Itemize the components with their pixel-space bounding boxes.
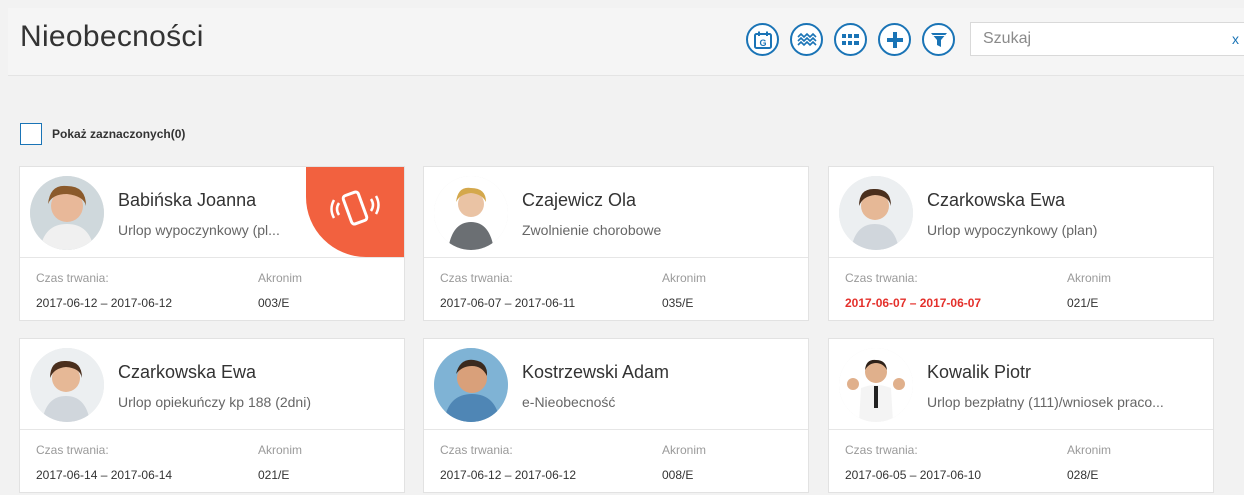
calendar-icon: G [753,31,772,49]
header-bar: Nieobecności G x [8,8,1244,76]
absence-reason: Urlop wypoczynkowy (plan) [927,222,1098,238]
page-title: Nieobecności [20,20,204,53]
add-icon [886,31,903,48]
acronym-value: 021/E [1067,296,1099,310]
card-divider [829,429,1213,430]
acronym-label: Akronim [1067,443,1112,457]
absence-dates: 2017-06-07 – 2017-06-07 [845,296,982,310]
duration-label: Czas trwania: [36,271,109,285]
list-view-icon [841,33,859,45]
show-selected-filter: Pokaż zaznaczonych(0) [20,123,185,145]
absence-card[interactable]: Czarkowska Ewa Urlop opiekuńczy kp 188 (… [19,338,405,493]
absence-card[interactable]: Czajewicz Ola Zwolnienie chorobowe Czas … [423,166,809,321]
list-view-button[interactable] [834,23,867,56]
wave-chart-icon [796,32,817,46]
duration-label: Czas trwania: [36,443,109,457]
absence-dates: 2017-06-12 – 2017-06-12 [36,296,173,310]
acronym-value: 035/E [662,296,694,310]
duration-label: Czas trwania: [845,443,918,457]
phone-icon [330,190,380,226]
acronym-label: Akronim [258,271,303,285]
avatar [434,348,508,422]
show-selected-label: Pokaż zaznaczonych(0) [52,127,186,141]
employee-name: Kowalik Piotr [927,362,1032,382]
acronym-value: 028/E [1067,468,1099,482]
acronym-label: Akronim [662,271,707,285]
card-divider [424,429,808,430]
show-selected-checkbox[interactable] [20,123,42,145]
card-divider [829,257,1213,258]
employee-name: Babińska Joanna [118,190,257,210]
calendar-badge-text: G [759,38,766,48]
employee-name: Czarkowska Ewa [118,362,257,382]
search-input[interactable] [971,23,1211,55]
acronym-value: 021/E [258,468,290,482]
employee-name: Czajewicz Ola [522,190,637,210]
clear-search-button[interactable]: x [1232,31,1239,47]
absence-reason: Urlop opiekuńczy kp 188 (2dni) [118,394,311,410]
card-divider [20,257,404,258]
absence-dates: 2017-06-05 – 2017-06-10 [845,468,982,482]
absence-reason: Zwolnienie chorobowe [522,222,662,238]
absence-reason: Urlop bezpłatny (111)/wniosek praco... [927,394,1164,410]
acronym-value: 008/E [662,468,694,482]
wave-chart-button[interactable] [790,23,823,56]
absence-dates: 2017-06-14 – 2017-06-14 [36,468,173,482]
acronym-label: Akronim [258,443,303,457]
avatar [839,176,913,250]
duration-label: Czas trwania: [440,443,513,457]
card-divider [20,429,404,430]
duration-label: Czas trwania: [845,271,918,285]
avatar [434,176,508,250]
avatar [30,176,104,250]
absence-dates: 2017-06-12 – 2017-06-12 [440,468,577,482]
calendar-button[interactable]: G [746,23,779,56]
card-divider [424,257,808,258]
absence-reason: e-Nieobecność [522,394,616,410]
absence-dates: 2017-06-07 – 2017-06-11 [440,296,576,310]
avatar [839,348,913,422]
add-button[interactable] [878,23,911,56]
absence-reason: Urlop wypoczynkowy (pl... [118,222,280,238]
duration-label: Czas trwania: [440,271,513,285]
absence-card[interactable]: Kostrzewski Adam e-Nieobecność Czas trwa… [423,338,809,493]
filter-icon [930,32,947,47]
acronym-value: 003/E [258,296,290,310]
filter-button[interactable] [922,23,955,56]
acronym-label: Akronim [1067,271,1112,285]
employee-name: Kostrzewski Adam [522,362,670,382]
absence-card[interactable]: Czarkowska Ewa Urlop wypoczynkowy (plan)… [828,166,1214,321]
absence-card[interactable]: Kowalik Piotr Urlop bezpłatny (111)/wnio… [828,338,1214,493]
absence-card[interactable]: Babińska Joanna Urlop wypoczynkowy (pl..… [19,166,405,321]
search-box: x [970,22,1244,56]
acronym-label: Akronim [662,443,707,457]
phone-badge[interactable] [306,167,404,257]
employee-name: Czarkowska Ewa [927,190,1066,210]
avatar [30,348,104,422]
